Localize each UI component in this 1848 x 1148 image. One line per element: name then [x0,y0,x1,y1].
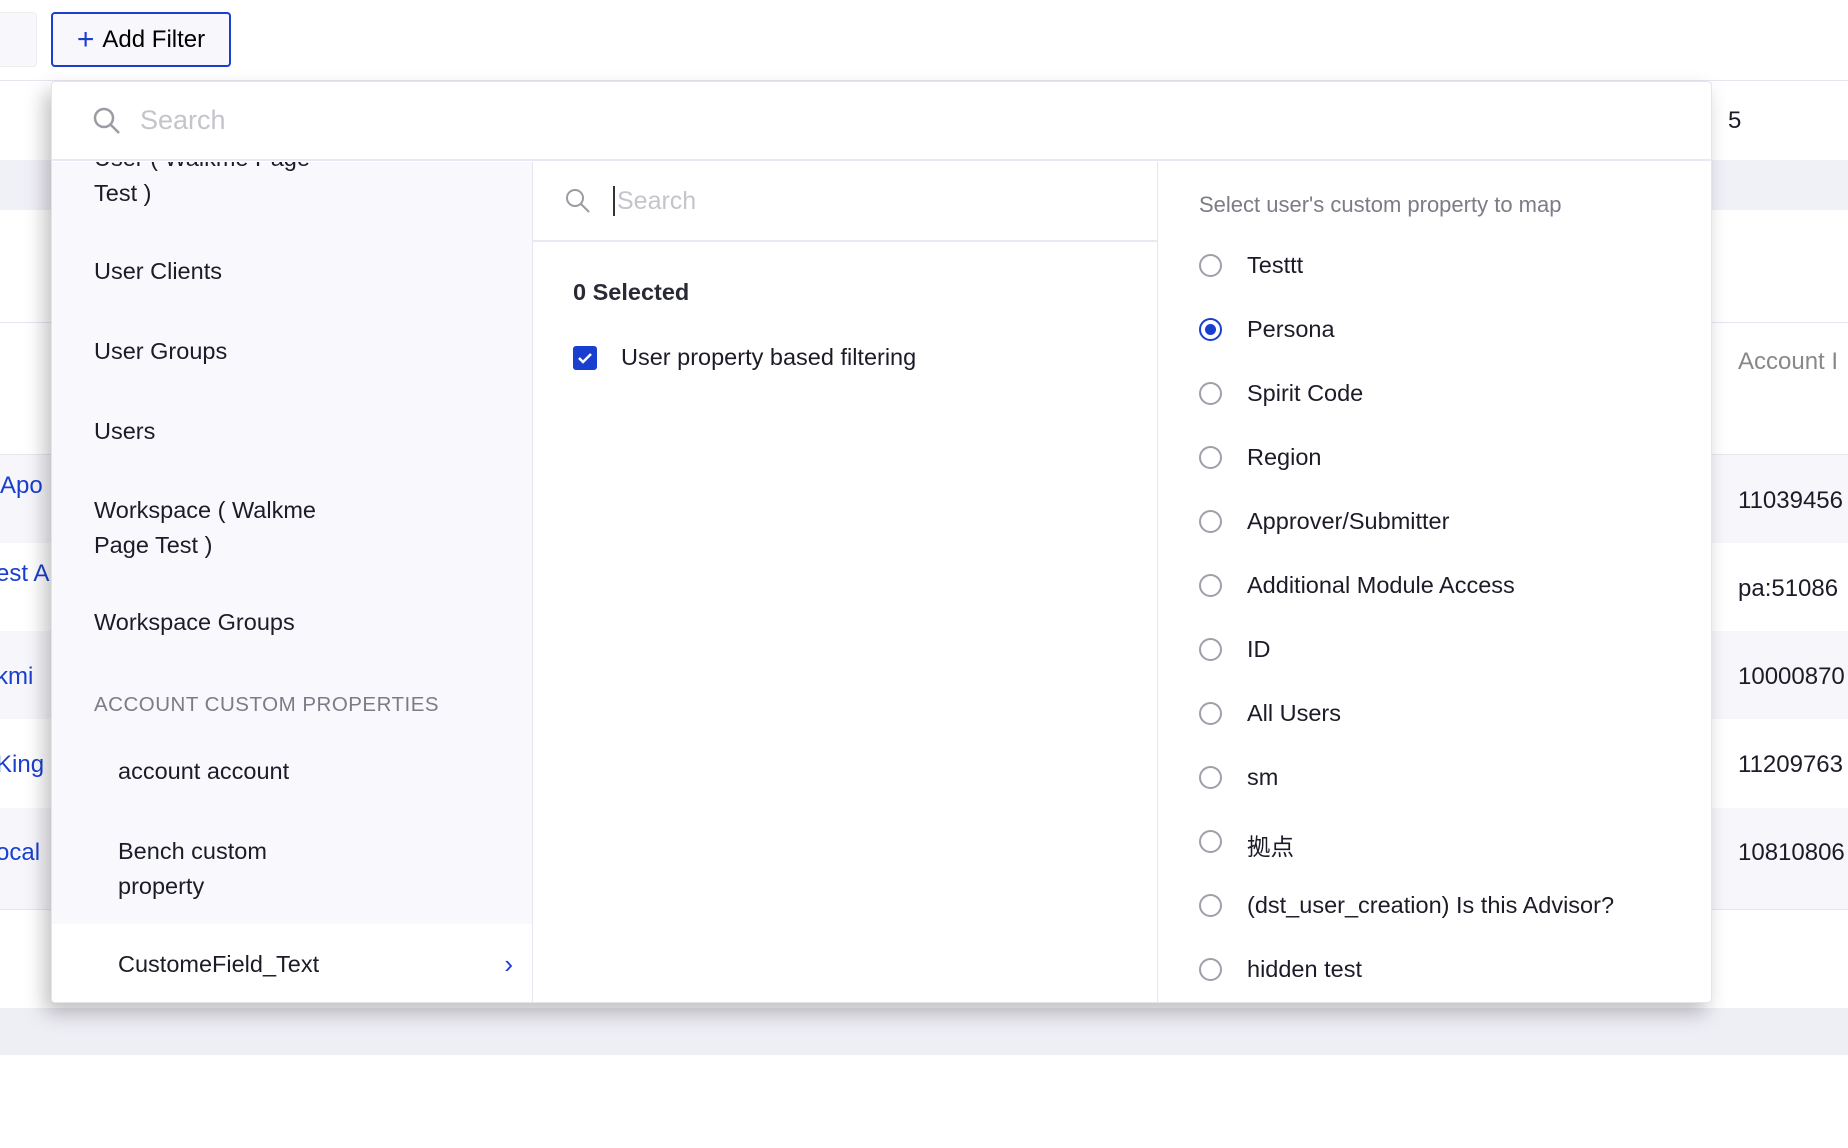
table-cell: pa:51086 [1738,575,1839,602]
table-cell: 10810806 [1738,839,1845,866]
property-option-label[interactable]: 拠点 [1247,828,1294,862]
property-radio[interactable] [1199,510,1222,533]
table-cell: 11209763 [1738,751,1843,778]
property-radio[interactable] [1199,638,1222,661]
check-icon [578,353,592,364]
property-radio[interactable] [1199,830,1222,853]
property-option-label[interactable]: hidden test [1247,956,1362,983]
property-radio[interactable] [1199,702,1222,725]
text-cursor [613,186,615,216]
filter-dropdown: Search User ( Walkme Page Test ) User Cl… [51,81,1712,1003]
property-radio[interactable] [1199,254,1222,277]
table-cell: 10000870 [1738,663,1845,690]
section-title: ACCOUNT CUSTOM PROPERTIES [94,693,440,716]
value-panel: Search 0 Selected User property based fi… [533,162,1158,1002]
chevron-right-icon: › [504,948,513,979]
property-radio[interactable] [1199,318,1222,341]
search-placeholder: Search [140,105,226,135]
property-radio[interactable] [1199,446,1222,469]
selected-count: 0 Selected [573,279,690,305]
category-list: User ( Walkme Page Test ) User Clients U… [52,162,533,1002]
category-sub-item-label: CustomeField_Text [118,950,320,977]
add-filter-button[interactable]: + Add Filter [51,12,231,67]
plus-icon: + [76,22,95,56]
category-item[interactable]: Workspace Groups [94,605,394,640]
property-panel: Select user's custom property to map Tes… [1158,162,1711,1002]
table-cell-link[interactable]: ocal [0,839,40,867]
category-item[interactable]: User ( Walkme Page Test ) [94,162,334,211]
table-cell: 11039456 [1738,487,1843,514]
column-header-account: Account I [1738,348,1839,375]
category-item[interactable]: Users [94,414,394,449]
table-cell-link[interactable]: King [0,751,44,779]
table-cell-link[interactable]: est A [0,560,49,588]
checkbox-label[interactable]: User property based filtering [621,344,916,371]
user-property-checkbox[interactable] [573,346,597,370]
property-option-label[interactable]: (dst_user_creation) Is this Advisor? [1247,892,1614,919]
search-icon [93,107,120,134]
table-cell-link[interactable]: Apo [0,472,43,500]
value-search-input[interactable]: Search [533,162,1157,242]
property-option-label[interactable]: Spirit Code [1247,380,1363,407]
property-radio[interactable] [1199,958,1222,981]
category-item[interactable]: User Groups [94,334,394,369]
property-option-label[interactable]: All Users [1247,700,1341,727]
pagination-text: 5 [1728,107,1742,134]
property-radio[interactable] [1199,766,1222,789]
property-panel-header: Select user's custom property to map [1199,192,1562,217]
property-option-label[interactable]: Additional Module Access [1247,572,1515,599]
add-filter-label: Add Filter [102,25,206,53]
table-footer [0,1008,1848,1055]
property-option-label[interactable]: Approver/Submitter [1247,508,1449,535]
property-option-label[interactable]: ID [1247,636,1271,663]
search-placeholder: Search [617,186,697,215]
property-option-label[interactable]: sm [1247,764,1278,791]
category-sub-item[interactable]: Bench custom property [118,834,318,904]
previous-filter-dropdown[interactable] [0,12,37,67]
property-radio[interactable] [1199,382,1222,405]
property-radio[interactable] [1199,574,1222,597]
category-item[interactable]: Workspace ( Walkme Page Test ) [94,493,354,563]
property-option-label[interactable]: Testtt [1247,252,1303,279]
category-sub-item-active[interactable]: CustomeField_Text › [52,924,532,1002]
table-cell-link[interactable]: kmi [0,663,33,691]
property-radio[interactable] [1199,894,1222,917]
top-search-bar[interactable]: Search [52,82,1711,161]
search-icon [566,189,590,213]
property-option-label[interactable]: Region [1247,444,1321,471]
property-option-label[interactable]: Persona [1247,316,1335,343]
category-item[interactable]: User Clients [94,254,394,289]
category-sub-item[interactable]: account account [118,754,418,789]
